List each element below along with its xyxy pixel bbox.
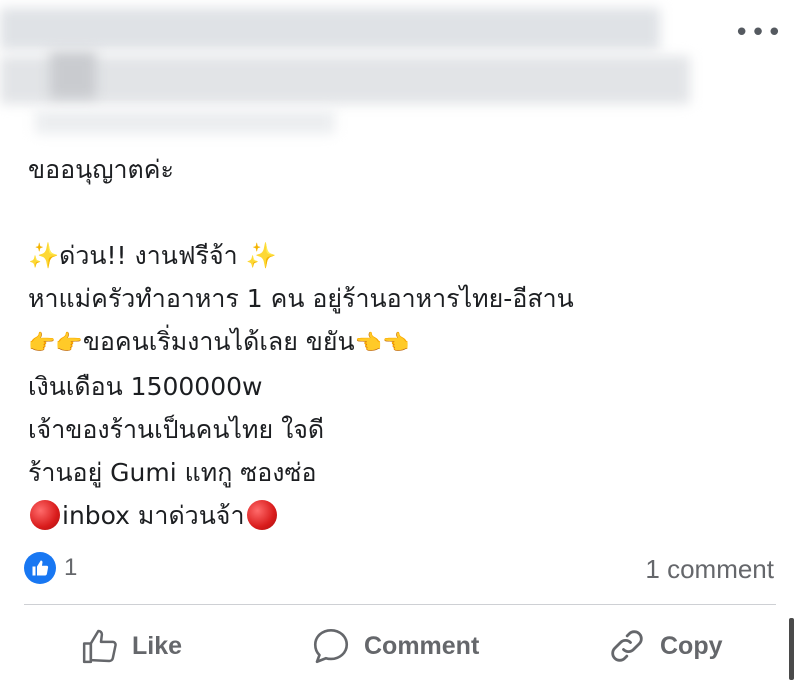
like-button[interactable]: Like <box>80 615 182 677</box>
blurred-author-info <box>0 8 660 50</box>
pointing-left-icon: 👈 <box>382 331 410 356</box>
like-count[interactable]: 1 <box>64 554 77 582</box>
post-line-5: 👉👉ขอคนเริ่มงานได้เลย ขยัน👈👈 <box>28 320 768 365</box>
divider <box>24 604 776 605</box>
comment-bubble-icon <box>313 628 349 664</box>
thumbs-up-icon <box>32 560 49 576</box>
comment-count[interactable]: 1 comment <box>645 554 774 585</box>
post-line-spacer <box>28 191 768 234</box>
red-circle-icon <box>30 500 60 530</box>
sparkle-icon: ✨ <box>245 241 277 270</box>
comment-button[interactable]: Comment <box>310 615 479 677</box>
post-line-7: เจ้าของร้านเป็นคนไทย ใจดี <box>28 415 325 444</box>
more-options-button[interactable]: ••• <box>734 20 783 46</box>
reactions-bar: 1 1 comment <box>24 548 774 588</box>
comment-label: Comment <box>364 631 480 660</box>
post-line-8: ร้านอยู่ Gumi แทกู ซองซ่อ <box>28 458 317 487</box>
copy-label: Copy <box>660 631 723 660</box>
post-actions: Like Comment Copy <box>0 615 790 677</box>
blurred-author-info-line-2 <box>0 56 690 104</box>
thumbs-up-icon <box>82 629 117 664</box>
blurred-avatar <box>50 52 96 98</box>
post-line-4: หาแม่ครัวทำอาหาร 1 คน อยู่ร้านอาหารไทย-อ… <box>28 284 574 313</box>
pointing-left-icon: 👈 <box>354 331 383 356</box>
post-line-3-text: ด่วน!! งานฟรีจ้า <box>59 241 238 270</box>
blurred-author-info-line-3 <box>35 110 335 134</box>
sparkle-icon: ✨ <box>28 241 60 270</box>
pointing-right-icon: 👉 <box>55 331 83 356</box>
scrollbar[interactable] <box>789 618 794 680</box>
post-line-9-text: inbox มาด่วนจ้า <box>62 501 245 530</box>
post-header: ••• <box>0 0 800 140</box>
link-icon <box>611 630 643 662</box>
like-label: Like <box>132 631 183 660</box>
post-line-5-text: ขอคนเริ่มงานได้เลย ขยัน <box>82 327 355 356</box>
post-line-3: ✨ด่วน!! งานฟรีจ้า ✨ <box>28 234 768 277</box>
post-line-9: inbox มาด่วนจ้า <box>28 494 768 537</box>
copy-button[interactable]: Copy <box>606 615 723 677</box>
post-body: ขออนุญาตค่ะ ✨ด่วน!! งานฟรีจ้า ✨ หาแม่ครั… <box>28 148 768 537</box>
post-line-6: เงินเดือน 1500000w <box>28 372 263 401</box>
red-circle-icon <box>246 500 277 530</box>
post-line-1: ขออนุญาตค่ะ <box>28 155 174 184</box>
pointing-right-icon: 👉 <box>28 331 56 356</box>
like-reaction-icon[interactable] <box>24 552 56 584</box>
